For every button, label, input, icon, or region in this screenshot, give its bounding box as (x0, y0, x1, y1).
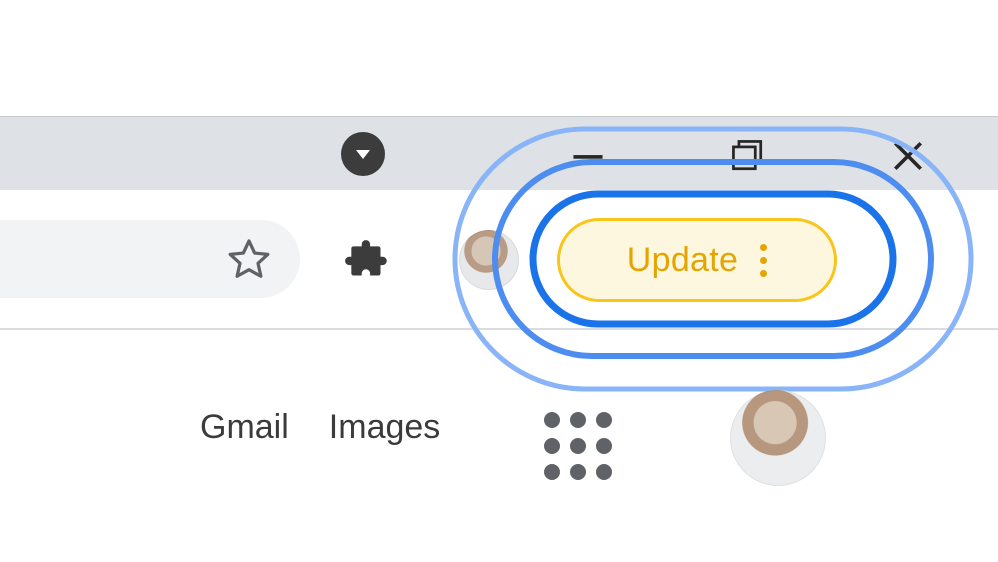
window-controls (578, 136, 928, 176)
caret-down-icon (353, 144, 373, 164)
update-button[interactable]: Update (557, 218, 837, 302)
profile-button[interactable] (459, 230, 519, 290)
bookmark-star-icon[interactable] (226, 236, 272, 282)
google-header-links: Gmail Images (200, 408, 440, 447)
close-button[interactable] (888, 136, 928, 176)
close-icon (888, 134, 928, 178)
apps-grid-icon (544, 412, 560, 428)
minimize-button[interactable] (568, 136, 608, 176)
puzzle-piece-icon (345, 240, 387, 275)
google-account-avatar[interactable] (730, 390, 826, 486)
gmail-link[interactable]: Gmail (200, 408, 289, 447)
extensions-button[interactable] (343, 238, 393, 288)
minimize-icon (568, 134, 608, 178)
tab-search-dropdown[interactable] (341, 132, 385, 176)
maximize-icon (728, 134, 768, 178)
google-apps-button[interactable] (544, 412, 612, 480)
address-bar[interactable] (0, 220, 300, 298)
maximize-button[interactable] (728, 136, 768, 176)
update-label: Update (627, 241, 738, 280)
vertical-dots-icon (760, 244, 767, 277)
images-link[interactable]: Images (329, 408, 441, 447)
